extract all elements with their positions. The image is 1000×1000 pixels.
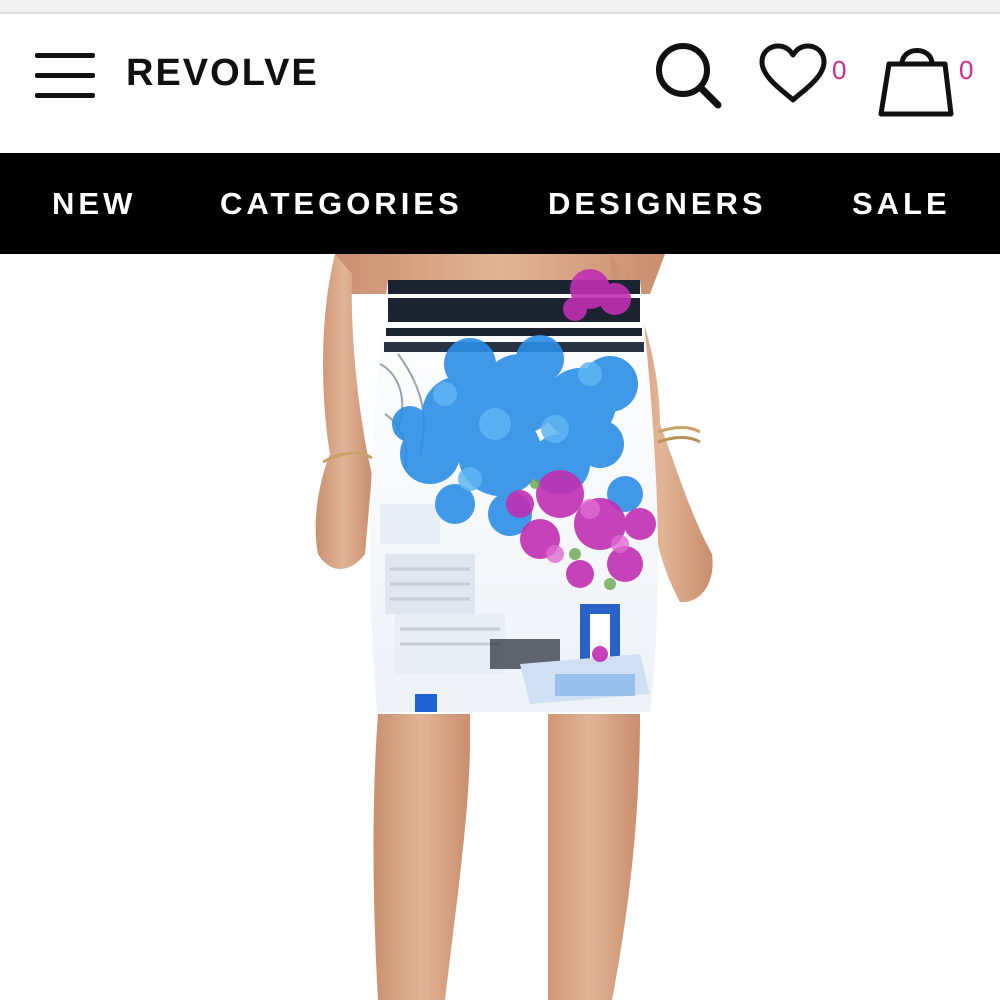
top-status-strip: [0, 0, 1000, 14]
bag-count: 0: [959, 55, 974, 85]
site-logo[interactable]: REVOLVE: [126, 52, 319, 95]
shopping-bag-icon: [878, 48, 954, 117]
product-image[interactable]: [0, 254, 1000, 1000]
main-nav: NEW CATEGORIES DESIGNERS SALE: [0, 153, 1000, 254]
nav-item-sale[interactable]: SALE: [852, 186, 951, 222]
menu-button[interactable]: [30, 48, 100, 102]
nav-item-new[interactable]: NEW: [52, 186, 136, 222]
nav-item-categories[interactable]: CATEGORIES: [220, 186, 463, 222]
nav-item-designers[interactable]: DESIGNERS: [548, 186, 767, 222]
site-header: REVOLVE 0 0: [0, 14, 1000, 153]
wishlist-count: 0: [832, 55, 847, 85]
heart-icon: [759, 43, 827, 103]
search-button[interactable]: [650, 36, 730, 116]
wishlist-button[interactable]: [756, 42, 830, 106]
search-icon: [656, 43, 722, 109]
product-photo-skirt: [315, 254, 713, 1000]
shopping-bag-button[interactable]: [875, 36, 959, 120]
